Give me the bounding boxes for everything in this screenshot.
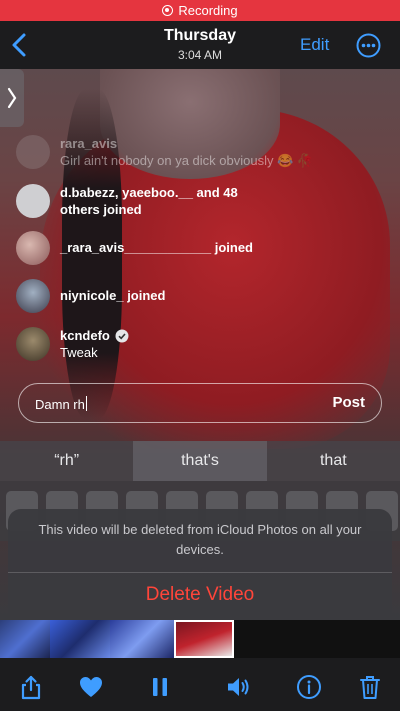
nav-time: 3:04 AM <box>177 48 223 62</box>
post-button[interactable]: Post <box>332 394 365 411</box>
record-icon <box>162 5 174 16</box>
avatar <box>16 231 50 265</box>
list-item: niynicole_ joined <box>16 279 165 313</box>
comment-user: _rara_avis____________ joined <box>60 240 253 255</box>
comment-user: rara_avis <box>60 136 118 151</box>
thumbnail[interactable] <box>110 620 174 658</box>
side-panel-tab[interactable] <box>0 69 24 127</box>
volume-icon[interactable] <box>225 674 251 700</box>
info-icon[interactable] <box>296 674 322 700</box>
comment-input[interactable]: Damn rh Post <box>18 383 382 423</box>
current-thumbnail[interactable] <box>174 620 234 658</box>
list-item: _rara_avis____________ joined <box>16 231 253 265</box>
thumbnail[interactable] <box>0 620 50 658</box>
text-cursor <box>85 396 87 411</box>
list-item: kcndefo Tweak <box>16 327 129 361</box>
comment-user: kcndefo <box>60 328 110 343</box>
delete-video-button[interactable]: Delete Video <box>8 584 392 606</box>
video-player[interactable]: rara_avis Girl ain't nobody on ya dick o… <box>0 69 400 620</box>
list-item: d.babezz, yaeeboo.__ and 48 others joine… <box>16 184 240 218</box>
action-sheet-message: This video will be deleted from iCloud P… <box>38 522 362 557</box>
comment-user: d.babezz, yaeeboo.__ and 48 others joine… <box>60 185 238 217</box>
thumbnail-empty <box>234 620 400 658</box>
comment-text: Girl ain't nobody on ya dick obviously 😂… <box>60 153 314 168</box>
nav-bar: Thursday 3:04 AM Edit <box>0 21 400 69</box>
more-options-icon[interactable] <box>356 33 381 58</box>
pause-icon[interactable] <box>147 674 173 700</box>
avatar <box>16 135 50 169</box>
nav-day: Thursday <box>163 27 236 44</box>
comment-user: niynicole_ joined <box>60 288 166 303</box>
thumbnail-scrubber[interactable] <box>0 620 400 658</box>
suggestion-item[interactable]: “rh” <box>0 441 133 481</box>
share-icon[interactable] <box>18 674 44 700</box>
avatar <box>16 279 50 313</box>
delete-action-sheet: This video will be deleted from iCloud P… <box>8 509 392 620</box>
comment-input-value: Damn rh <box>35 397 85 412</box>
heart-icon[interactable] <box>78 674 104 700</box>
recording-label: Recording <box>178 3 238 18</box>
recording-banner[interactable]: Recording <box>0 0 400 21</box>
avatar <box>16 327 50 361</box>
comment-text: Tweak <box>60 345 98 360</box>
thumbnail[interactable] <box>50 620 110 658</box>
suggestion-item[interactable]: that <box>267 441 400 481</box>
trash-icon[interactable] <box>357 674 383 700</box>
chevron-right-icon <box>7 87 17 109</box>
edit-button[interactable]: Edit <box>300 35 329 55</box>
suggestion-item[interactable]: that's <box>133 441 267 481</box>
verified-badge-icon <box>115 329 129 342</box>
bottom-toolbar <box>0 658 400 711</box>
avatar <box>16 184 50 218</box>
keyboard-suggestions: “rh” that's that <box>0 441 400 481</box>
list-item: rara_avis Girl ain't nobody on ya dick o… <box>16 135 313 169</box>
divider <box>8 572 392 573</box>
